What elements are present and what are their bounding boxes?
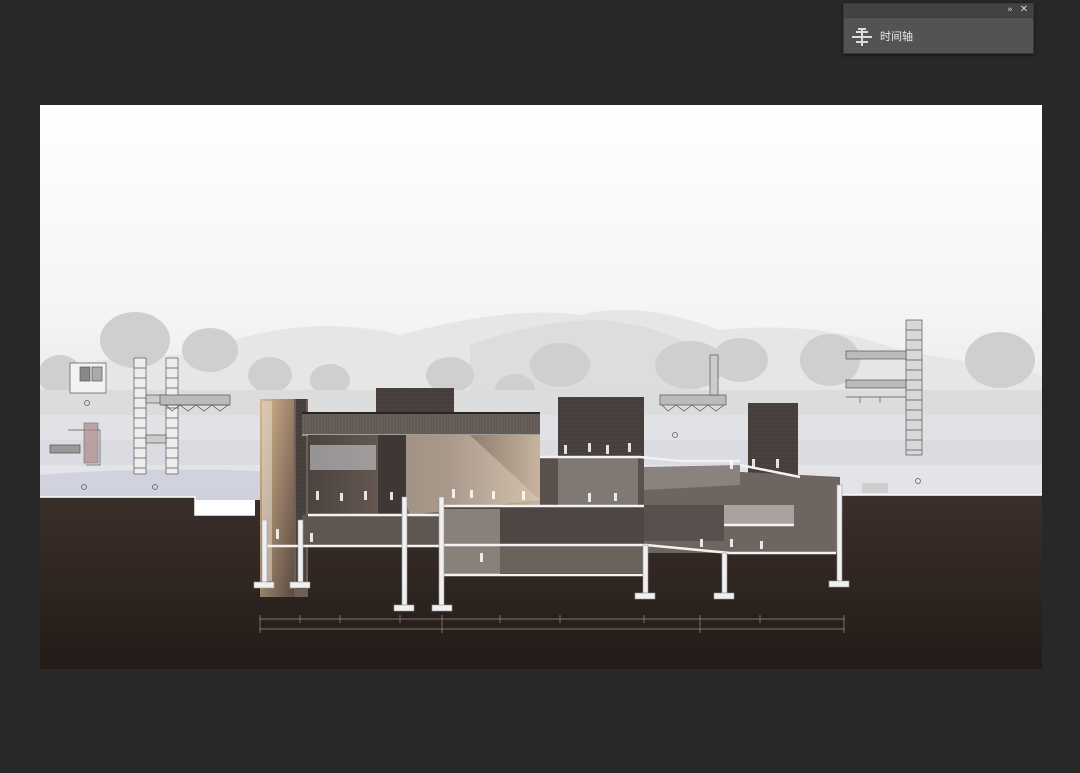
panel-item-label: 时间轴 xyxy=(880,30,913,43)
timeline-panel[interactable]: » ✕ 时间轴 xyxy=(843,3,1034,54)
close-icon[interactable]: ✕ xyxy=(1018,4,1030,16)
section-drawing xyxy=(40,105,1042,669)
timeline-icon xyxy=(852,28,872,46)
panel-item-timeline[interactable]: 时间轴 xyxy=(844,18,1033,54)
panel-titlebar[interactable]: » ✕ xyxy=(844,4,1033,18)
double-chevron-right-icon[interactable]: » xyxy=(1004,4,1016,16)
document-canvas[interactable] xyxy=(40,105,1042,669)
workspace: » ✕ 时间轴 xyxy=(0,0,1080,773)
